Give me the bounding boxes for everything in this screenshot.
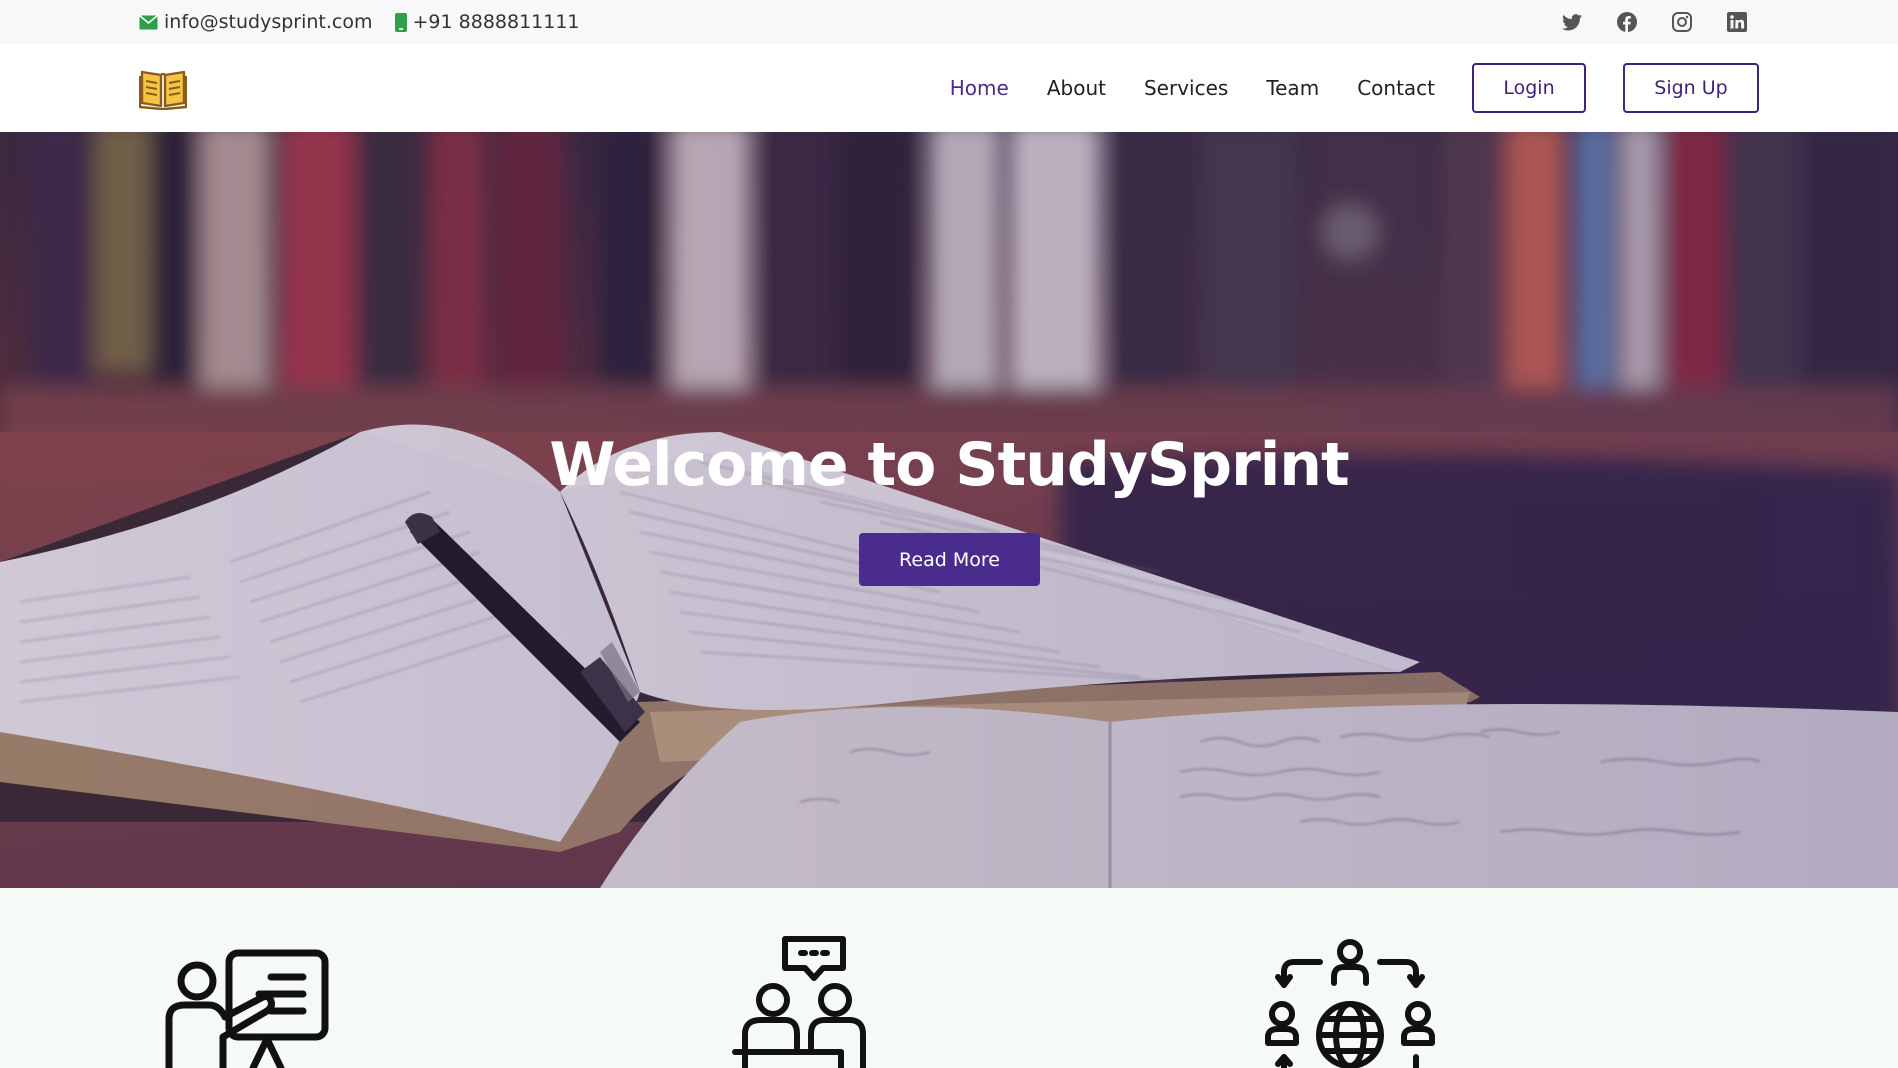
instagram-icon[interactable] xyxy=(1671,11,1693,33)
nav-contact[interactable]: Contact xyxy=(1357,76,1435,100)
open-book-icon[interactable] xyxy=(138,64,188,111)
hero-background-image xyxy=(0,132,1898,888)
features-section xyxy=(0,888,1898,1068)
discussion-group-icon xyxy=(732,936,866,1068)
twitter-icon[interactable] xyxy=(1561,11,1583,33)
hero-title: Welcome to StudySprint xyxy=(549,430,1349,500)
email-link[interactable]: info@studysprint.com xyxy=(139,11,373,33)
global-network-icon xyxy=(1265,939,1435,1068)
hero-section: Welcome to StudySprint Read More xyxy=(0,132,1898,888)
read-more-button[interactable]: Read More xyxy=(859,533,1040,586)
nav-about[interactable]: About xyxy=(1047,76,1106,100)
teacher-presentation-icon xyxy=(165,949,329,1068)
phone-text: +91 8888811111 xyxy=(412,11,580,33)
top-bar: info@studysprint.com +91 8888811111 xyxy=(0,0,1898,44)
email-text: info@studysprint.com xyxy=(164,11,373,33)
navbar: Home About Services Team Contact Login S… xyxy=(0,44,1898,132)
nav-home[interactable]: Home xyxy=(950,76,1009,100)
contact-info: info@studysprint.com +91 8888811111 xyxy=(139,0,602,44)
linkedin-icon[interactable] xyxy=(1726,11,1748,33)
social-links xyxy=(1528,0,1748,44)
nav-team[interactable]: Team xyxy=(1266,76,1319,100)
phone-icon xyxy=(394,12,407,32)
signup-button[interactable]: Sign Up xyxy=(1623,63,1759,113)
nav-services[interactable]: Services xyxy=(1144,76,1228,100)
facebook-icon[interactable] xyxy=(1616,11,1638,33)
envelope-icon xyxy=(139,14,158,29)
main-nav: Home About Services Team Contact Login S… xyxy=(912,44,1759,132)
phone-link[interactable]: +91 8888811111 xyxy=(394,11,580,33)
login-button[interactable]: Login xyxy=(1472,63,1586,113)
